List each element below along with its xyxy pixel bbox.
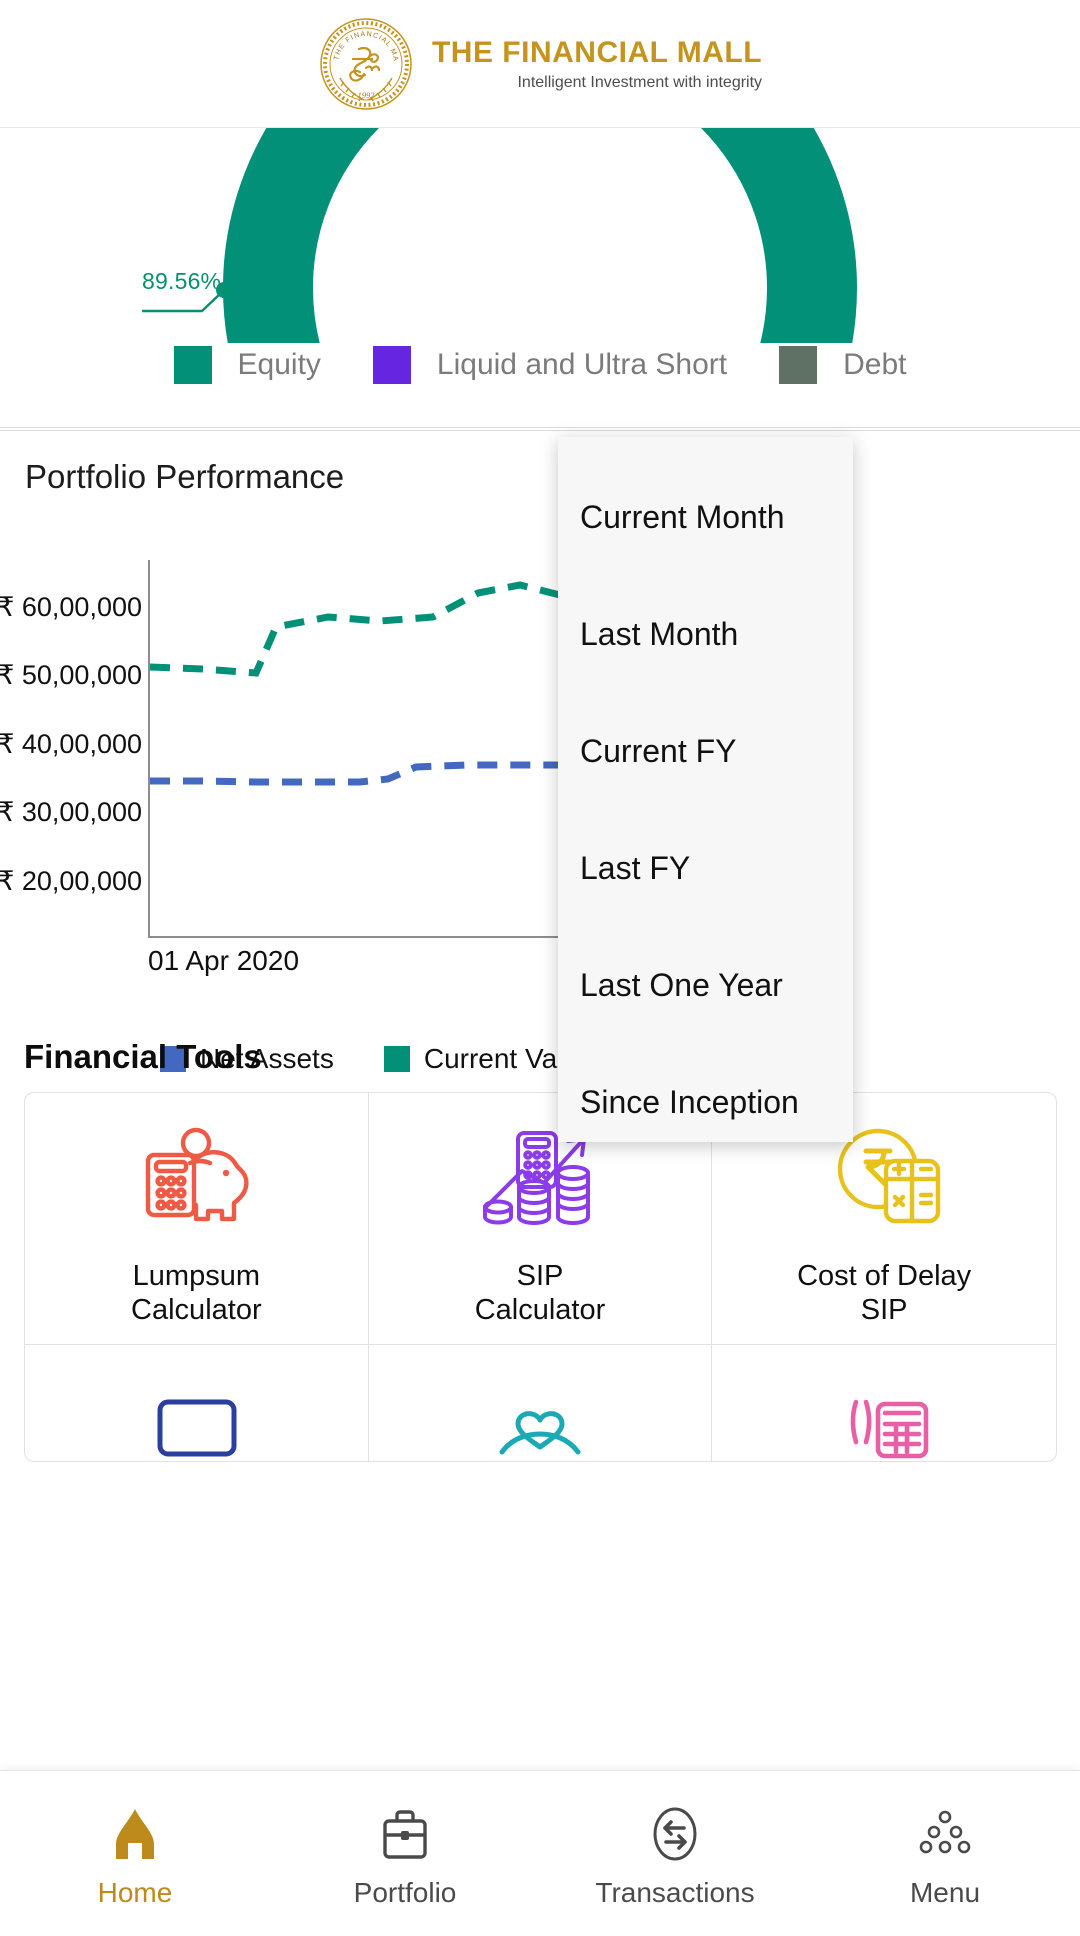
content-fade-overlay	[0, 1730, 1080, 1770]
y-tick-2: ₹ 40,00,000	[0, 729, 142, 759]
tool-lumpsum-calculator[interactable]: Lumpsum Calculator	[25, 1093, 369, 1345]
legend-item-liquid[interactable]: Liquid and Ultra Short	[372, 346, 728, 384]
tool-label-lumpsum: Lumpsum Calculator	[131, 1260, 262, 1326]
legend-label-debt: Debt	[843, 348, 907, 381]
nav-item-home[interactable]: Home	[0, 1799, 270, 1909]
tool-row2-item-3[interactable]	[712, 1345, 1056, 1461]
dropdown-option-last-one-year[interactable]: Last One Year	[558, 927, 853, 1044]
bottom-navigation-bar: Home Portfolio Transactions Menu	[0, 1770, 1080, 1936]
dropdown-option-current-month[interactable]: Current Month	[558, 459, 853, 576]
nav-item-portfolio[interactable]: Portfolio	[270, 1799, 540, 1909]
chart-legend-swatch-current-value	[383, 1046, 410, 1072]
period-filter-dropdown[interactable]: Current Month Last Month Current FY Last…	[558, 437, 853, 1142]
briefcase-icon	[374, 1799, 436, 1865]
nav-label-portfolio: Portfolio	[353, 1876, 457, 1908]
financial-tools-title: Financial Tools	[24, 1038, 262, 1075]
legend-label-liquid: Liquid and Ultra Short	[436, 348, 728, 381]
heart-hands-icon	[478, 1375, 602, 1461]
nav-label-transactions: Transactions	[595, 1876, 755, 1908]
tool-row2-item-1[interactable]	[25, 1345, 369, 1461]
dropdown-option-current-fy[interactable]: Current FY	[558, 693, 853, 810]
pen-calculator-icon	[822, 1375, 946, 1461]
tool-label-sip: SIP Calculator	[474, 1260, 606, 1326]
brand-name: THE FINANCIAL MALL	[431, 35, 763, 69]
card-outline-icon	[134, 1375, 258, 1461]
legend-item-debt[interactable]: Debt	[779, 346, 906, 384]
dropdown-option-last-month[interactable]: Last Month	[558, 576, 853, 693]
y-axis-tick-labels: ₹ 60,00,000 ₹ 50,00,000 ₹ 40,00,000 ₹ 30…	[0, 540, 142, 950]
nav-label-home: Home	[97, 1876, 173, 1908]
company-seal-icon: THE FINANCIAL MALL 1992	[315, 11, 414, 112]
brand-logo[interactable]: THE FINANCIAL MALL 1992 T	[315, 11, 763, 112]
allocation-legend: Equity Liquid and Ultra Short Debt	[0, 346, 1080, 384]
tool-label-cost-of-delay: Cost of Delay SIP	[797, 1260, 972, 1326]
brand-tagline: Intelligent Investment with integrity	[517, 73, 763, 91]
dropdown-option-last-fy[interactable]: Last FY	[558, 810, 853, 927]
legend-swatch-equity	[173, 346, 212, 384]
financial-tools-grid: Lumpsum Calculator SIP Calculator Cost o…	[24, 1092, 1057, 1462]
legend-item-equity[interactable]: Equity	[173, 346, 321, 384]
y-tick-0: ₹ 60,00,000	[0, 592, 142, 622]
nav-item-transactions[interactable]: Transactions	[540, 1799, 810, 1909]
y-tick-3: ₹ 30,00,000	[0, 797, 142, 827]
portfolio-performance-title: Portfolio Performance	[25, 458, 345, 495]
legend-swatch-debt	[779, 346, 818, 384]
y-tick-1: ₹ 50,00,000	[0, 660, 142, 690]
home-icon	[104, 1799, 166, 1865]
legend-label-equity: Equity	[237, 348, 321, 381]
dots-grid-icon	[914, 1799, 976, 1865]
donut-svg	[223, 128, 857, 343]
y-tick-4: ₹ 20,00,000	[0, 866, 142, 896]
app-header: THE FINANCIAL MALL 1992 T	[0, 0, 1080, 128]
asset-allocation-card: 89.56% Equity Liquid and Ultra Short Deb…	[0, 128, 1080, 428]
piggy-bank-calculator-icon	[134, 1121, 258, 1233]
swap-arrows-circle-icon	[644, 1799, 706, 1865]
allocation-percent-label: 89.56%	[142, 268, 222, 294]
legend-swatch-liquid	[372, 346, 411, 384]
dropdown-option-since-inception[interactable]: Since Inception	[558, 1044, 853, 1161]
x-axis-label: 01 Apr 2020	[148, 945, 300, 976]
tool-row2-item-2[interactable]	[369, 1345, 713, 1461]
nav-item-menu[interactable]: Menu	[810, 1799, 1080, 1909]
nav-label-menu: Menu	[909, 1876, 981, 1908]
